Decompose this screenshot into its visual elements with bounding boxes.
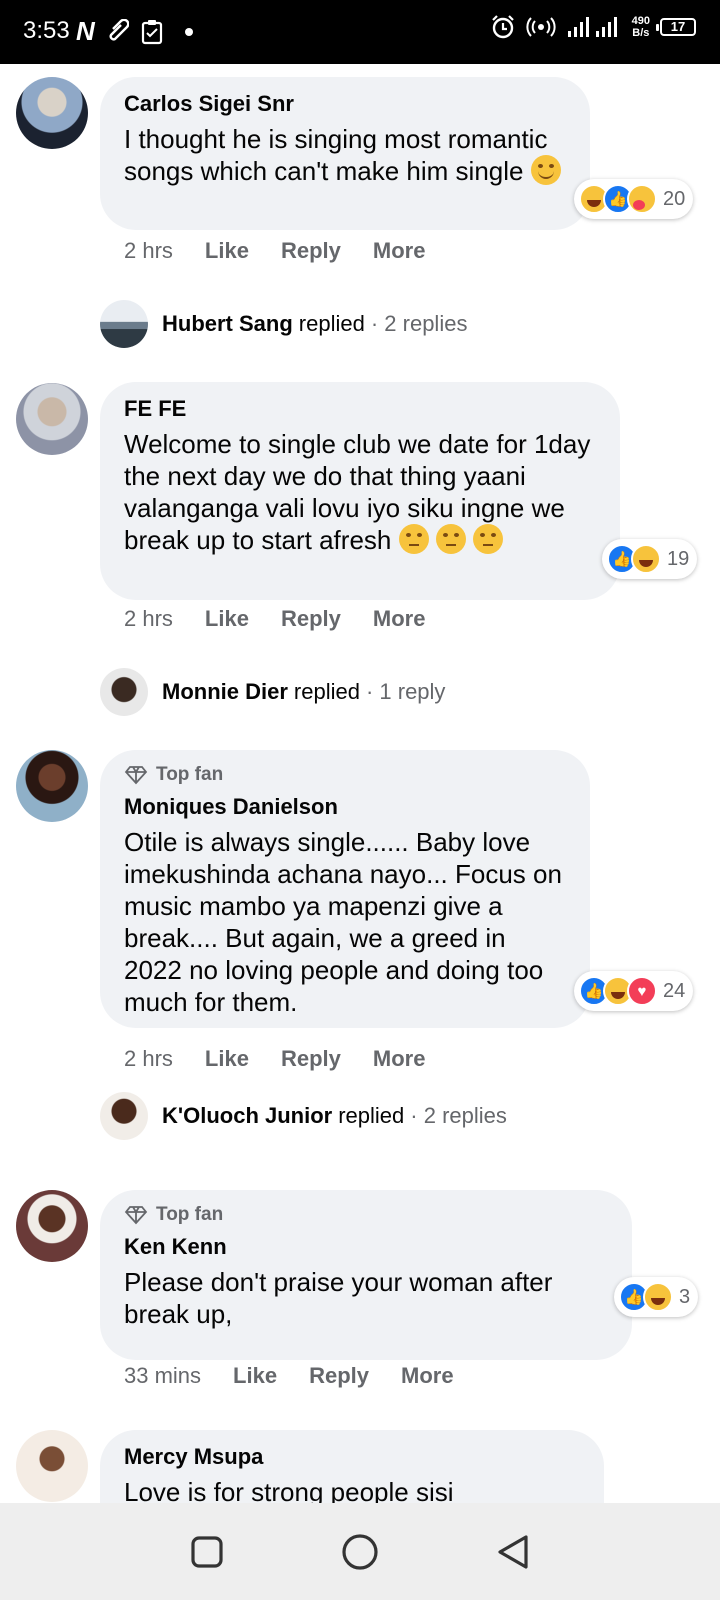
view-replies-koluoch[interactable]: K'Oluoch Junior replied · 2 replies (100, 1092, 507, 1140)
care-reaction-icon (627, 184, 657, 214)
more-button[interactable]: More (373, 238, 426, 264)
comment-actions: 2 hrs Like Reply More (124, 238, 457, 264)
diamond-icon (124, 1206, 148, 1225)
eye-roll-emoji (398, 524, 429, 554)
reply-button[interactable]: Reply (309, 1363, 369, 1389)
status-time: 3:53 (23, 17, 70, 44)
smiling-face-emoji (530, 155, 561, 185)
comment-text: Love is for strong people sisi (124, 1477, 454, 1503)
avatar-fefe[interactable] (16, 383, 88, 455)
more-button[interactable]: More (373, 1046, 426, 1072)
reaction-count: 24 (663, 979, 686, 1002)
netflix-icon: N (76, 16, 95, 46)
signal-icon (567, 17, 617, 37)
avatar-carlos[interactable] (16, 77, 88, 149)
avatar-koluoch (100, 1092, 148, 1140)
comment-text: Otile is always single...... Baby love i… (124, 827, 562, 1017)
comment-feed[interactable]: Carlos Sigei Snr I thought he is singing… (0, 64, 720, 1503)
top-fan-badge: Top fan (124, 764, 566, 786)
comment-bubble-moniques[interactable]: Top fan Moniques Danielson Otile is alwa… (100, 750, 590, 1028)
network-speed: 490 B/s (631, 15, 650, 39)
eye-roll-emoji (473, 524, 504, 554)
love-reaction-icon: ♥ (627, 976, 657, 1006)
like-button[interactable]: Like (205, 1046, 249, 1072)
comment-time[interactable]: 2 hrs (124, 238, 173, 264)
avatar-ken[interactable] (16, 1190, 88, 1262)
top-fan-badge: Top fan (124, 1204, 608, 1226)
notification-dot-icon (184, 27, 193, 36)
like-button[interactable]: Like (205, 238, 249, 264)
home-button[interactable] (340, 1532, 380, 1572)
alarm-icon (491, 15, 514, 39)
status-bar: 3:53 N 490 B/s 17 (0, 0, 720, 64)
comment-author[interactable]: Moniques Danielson (124, 794, 566, 820)
avatar-hubert (100, 300, 148, 348)
reply-button[interactable]: Reply (281, 238, 341, 264)
back-button[interactable] (493, 1532, 533, 1572)
haha-reaction-icon (631, 544, 661, 574)
comment-time[interactable]: 2 hrs (124, 1046, 173, 1072)
system-nav-bar (0, 1503, 720, 1600)
comment-bubble-fefe[interactable]: FE FE Welcome to single club we date for… (100, 382, 620, 600)
comment-text: I thought he is singing most romantic so… (124, 123, 566, 187)
circle-icon (342, 1533, 378, 1570)
comment-text: Please don't praise your woman after bre… (124, 1267, 553, 1329)
comment-author[interactable]: Ken Kenn (124, 1234, 608, 1260)
attachment-icon (109, 18, 129, 40)
reply-button[interactable]: Reply (281, 606, 341, 632)
comment-bubble-carlos[interactable]: Carlos Sigei Snr I thought he is singing… (100, 77, 590, 230)
comment-time[interactable]: 33 mins (124, 1363, 201, 1389)
reaction-count: 20 (663, 187, 686, 210)
comment-author[interactable]: Carlos Sigei Snr (124, 91, 566, 117)
comment-bubble-mercy[interactable]: Mercy Msupa Love is for strong people si… (100, 1430, 604, 1503)
comment-actions: 2 hrs Like Reply More (124, 606, 457, 632)
reaction-summary[interactable]: 👍 3 (614, 1277, 699, 1317)
hotspot-icon (526, 17, 556, 37)
diamond-icon (124, 766, 148, 785)
comment-actions: 2 hrs Like Reply More (124, 1046, 457, 1072)
reaction-summary[interactable]: 👍 20 (574, 179, 694, 219)
reaction-summary[interactable]: 👍 ♥ 24 (574, 971, 694, 1011)
comment-author[interactable]: Mercy Msupa (124, 1444, 580, 1470)
triangle-back-icon (498, 1534, 528, 1569)
comment-actions: 33 mins Like Reply More (124, 1363, 486, 1389)
reaction-summary[interactable]: 👍 19 (602, 539, 698, 579)
reply-button[interactable]: Reply (281, 1046, 341, 1072)
recents-button[interactable] (187, 1532, 227, 1572)
avatar-mercy[interactable] (16, 1430, 88, 1502)
eye-roll-emoji (435, 524, 466, 554)
clipboard-icon (141, 19, 162, 44)
reaction-count: 19 (667, 547, 690, 570)
avatar-moniques[interactable] (16, 750, 88, 822)
haha-reaction-icon (643, 1282, 673, 1312)
avatar-monnie (100, 668, 148, 716)
reaction-count: 3 (679, 1285, 691, 1308)
like-button[interactable]: Like (233, 1363, 277, 1389)
square-icon (191, 1535, 223, 1568)
view-replies-hubert[interactable]: Hubert Sang replied · 2 replies (100, 300, 467, 348)
more-button[interactable]: More (373, 606, 426, 632)
comment-author[interactable]: FE FE (124, 396, 596, 422)
comment-text: Welcome to single club we date for 1day … (124, 429, 591, 555)
view-replies-monnie[interactable]: Monnie Dier replied · 1 reply (100, 668, 445, 716)
like-button[interactable]: Like (205, 606, 249, 632)
comment-time[interactable]: 2 hrs (124, 606, 173, 632)
comment-bubble-ken[interactable]: Top fan Ken Kenn Please don't praise you… (100, 1190, 632, 1360)
battery-icon: 17 (656, 18, 696, 36)
more-button[interactable]: More (401, 1363, 454, 1389)
